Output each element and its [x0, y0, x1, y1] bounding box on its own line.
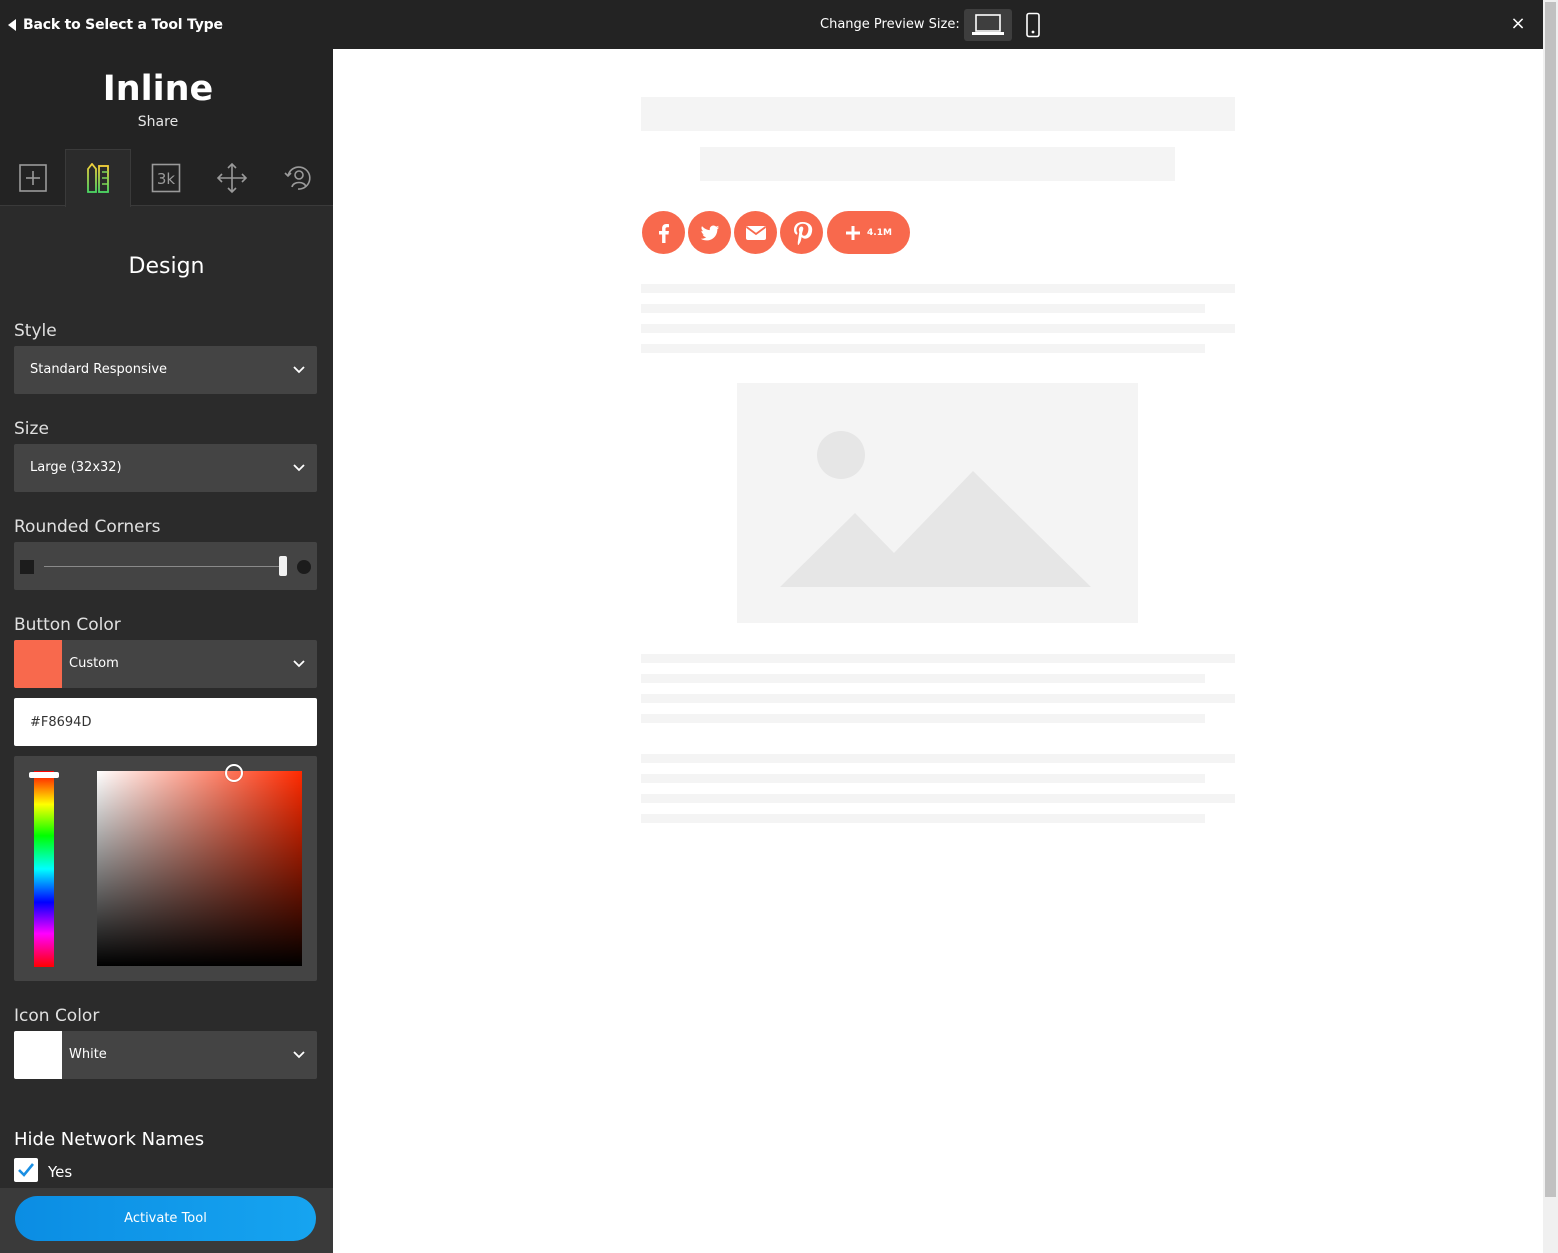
- style-select[interactable]: Standard Responsive: [14, 346, 317, 394]
- size-label: Size: [14, 419, 49, 439]
- plus-icon: [846, 225, 861, 240]
- placeholder-text-line: [641, 324, 1235, 333]
- hex-color-input[interactable]: [14, 698, 317, 746]
- hide-network-names-option: Yes: [48, 1163, 73, 1181]
- move-arrows-icon: [216, 162, 248, 193]
- user-target-icon: [284, 165, 311, 190]
- placeholder-text-line: [641, 754, 1235, 763]
- close-icon[interactable]: ×: [1508, 14, 1528, 34]
- design-pencil-ruler-icon: [87, 162, 109, 193]
- placeholder-text-line: [641, 694, 1235, 703]
- settings-sidebar: Inline Share 3k Design Style Standard Re…: [0, 49, 333, 1253]
- size-select[interactable]: Large (32x32): [14, 444, 317, 492]
- hue-handle[interactable]: [29, 772, 59, 778]
- icon-color-value: White: [69, 1047, 107, 1062]
- facebook-share-button[interactable]: [642, 211, 685, 254]
- button-color-value: Custom: [69, 656, 119, 671]
- icon-color-swatch: [14, 1031, 62, 1079]
- chevron-down-icon: [293, 366, 305, 374]
- style-value: Standard Responsive: [30, 362, 168, 377]
- round-corner-icon: [297, 560, 311, 574]
- chevron-down-icon: [293, 1051, 305, 1059]
- placeholder-text-line: [641, 344, 1205, 353]
- button-color-swatch: [14, 640, 62, 688]
- tool-subtitle: Share: [137, 114, 179, 130]
- top-bar: Back to Select a Tool Type Change Previe…: [0, 0, 1543, 49]
- back-label: Back to Select a Tool Type: [23, 17, 223, 33]
- preview-size-label: Change Preview Size:: [820, 17, 960, 32]
- placeholder-text-line: [641, 654, 1235, 663]
- facebook-icon: [658, 223, 669, 243]
- back-to-tool-type-button[interactable]: Back to Select a Tool Type: [8, 15, 223, 35]
- placeholder-text-line: [641, 774, 1205, 783]
- phone-icon: [1026, 12, 1040, 38]
- share-count: 4.1M: [867, 227, 892, 238]
- placeholder-text-line: [641, 814, 1205, 823]
- placeholder-image: [737, 383, 1138, 623]
- page-scrollbar[interactable]: [1543, 0, 1558, 1253]
- icon-color-label: Icon Color: [14, 1006, 100, 1026]
- twitter-icon: [700, 224, 719, 240]
- tool-title: Inline: [102, 69, 214, 109]
- chevron-down-icon: [293, 660, 305, 668]
- more-share-button[interactable]: 4.1M: [827, 211, 910, 254]
- chevron-down-icon: [293, 464, 305, 472]
- pinterest-icon: [793, 221, 812, 245]
- icon-color-select[interactable]: White: [14, 1031, 317, 1079]
- hide-network-names-checkbox[interactable]: [14, 1158, 38, 1182]
- checkmark-icon: [18, 1163, 35, 1177]
- hide-network-names-label: Hide Network Names: [14, 1129, 205, 1150]
- hue-slider[interactable]: [34, 771, 54, 967]
- back-arrow-icon: [8, 19, 16, 31]
- rounded-corners-label: Rounded Corners: [14, 517, 161, 537]
- style-label: Style: [14, 321, 57, 341]
- preview-desktop-button[interactable]: [964, 9, 1012, 41]
- scrollbar-thumb[interactable]: [1545, 2, 1556, 1197]
- activate-tool-button[interactable]: Activate Tool: [15, 1196, 316, 1241]
- slider-handle[interactable]: [279, 556, 287, 576]
- button-color-label: Button Color: [14, 615, 121, 635]
- placeholder-text-line: [641, 284, 1235, 293]
- twitter-share-button[interactable]: [688, 211, 731, 254]
- slider-track[interactable]: [44, 566, 284, 567]
- button-color-select[interactable]: Custom: [14, 640, 317, 688]
- placeholder-text-line: [641, 304, 1205, 313]
- saturation-value-area[interactable]: [97, 771, 302, 966]
- email-share-button[interactable]: [734, 211, 777, 254]
- sidebar-footer: Activate Tool: [0, 1188, 333, 1253]
- tab-targeting[interactable]: [265, 149, 331, 206]
- placeholder-title: [641, 97, 1235, 131]
- color-picker: [14, 756, 317, 981]
- placeholder-text-line: [641, 714, 1205, 723]
- envelope-icon: [745, 225, 766, 240]
- tab-counter[interactable]: 3k: [133, 149, 199, 206]
- plus-square-icon: [19, 163, 47, 192]
- preview-mobile-button[interactable]: [1017, 9, 1049, 41]
- svg-text:3k: 3k: [157, 170, 176, 188]
- tab-add[interactable]: [0, 149, 66, 206]
- counter-3k-icon: 3k: [151, 163, 181, 192]
- settings-tabs: 3k: [0, 149, 333, 207]
- placeholder-subtitle: [700, 147, 1175, 181]
- placeholder-text-line: [641, 794, 1235, 803]
- tab-design[interactable]: [65, 149, 131, 207]
- size-value: Large (32x32): [30, 460, 122, 475]
- pinterest-share-button[interactable]: [780, 211, 823, 254]
- square-corner-icon: [20, 560, 34, 574]
- color-picker-handle[interactable]: [225, 764, 243, 782]
- placeholder-text-line: [641, 674, 1205, 683]
- section-title: Design: [128, 254, 205, 279]
- laptop-icon: [972, 14, 1004, 35]
- preview-area: 4.1M: [333, 49, 1543, 1253]
- image-placeholder-icon: [780, 431, 1091, 587]
- rounded-corners-slider[interactable]: [14, 542, 317, 590]
- tool-header: Inline Share: [0, 49, 333, 149]
- tab-position[interactable]: [199, 149, 265, 206]
